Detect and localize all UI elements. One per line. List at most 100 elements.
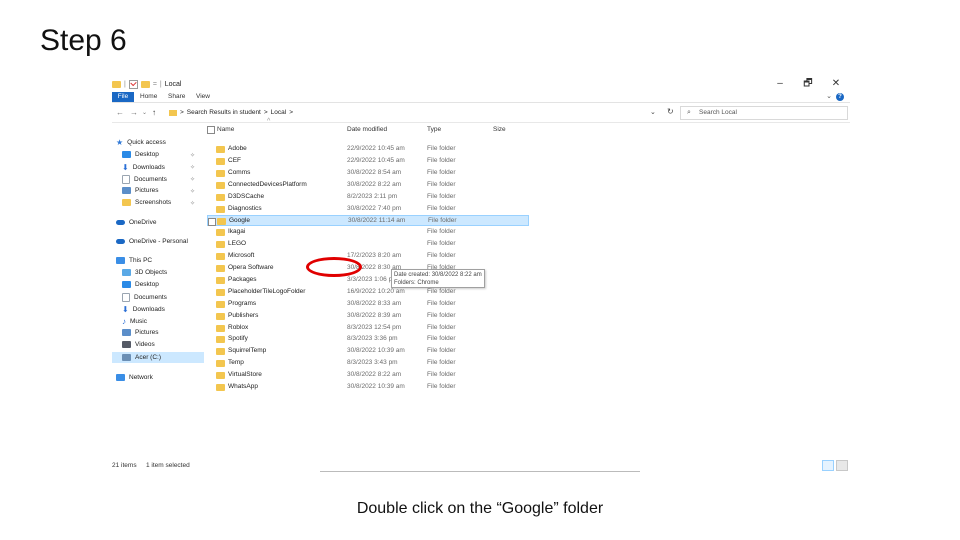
folder-icon <box>216 312 225 320</box>
table-row[interactable]: WhatsApp 30/8/2022 10:39 am File folder <box>207 382 529 393</box>
table-row[interactable]: Programs 30/8/2022 8:33 am File folder <box>207 299 529 310</box>
sidebar-item-pc-pictures[interactable]: Pictures <box>122 329 158 336</box>
maximize-button[interactable]: 🗗 <box>794 78 822 90</box>
table-row[interactable]: Diagnostics 30/8/2022 7:40 pm File folder <box>207 204 529 215</box>
sidebar-item-documents[interactable]: Documents <box>122 175 167 184</box>
sidebar-item-desktop[interactable]: Desktop <box>122 151 159 158</box>
table-row[interactable]: VirtualStore 30/8/2022 8:22 am File folder <box>207 370 529 381</box>
column-header-type[interactable]: Type <box>427 126 441 133</box>
pin-icon[interactable]: ✧ <box>190 164 195 171</box>
close-button[interactable]: ✕ <box>822 78 850 90</box>
tab-view[interactable]: View <box>196 92 210 102</box>
folder-icon <box>216 146 225 153</box>
table-row[interactable]: Temp 8/3/2023 3:43 pm File folder <box>207 358 529 369</box>
new-folder-icon[interactable] <box>140 81 150 88</box>
row-checkbox[interactable] <box>208 218 216 227</box>
table-row[interactable]: Comms 30/8/2022 8:54 am File folder <box>207 168 529 179</box>
table-row[interactable]: Ikagai File folder <box>207 227 529 238</box>
folder-icon <box>216 336 225 344</box>
table-row[interactable]: Microsoft 17/2/2023 8:20 am File folder <box>207 251 529 262</box>
breadcrumb-separator: > <box>180 109 184 116</box>
folder-icon <box>216 265 225 272</box>
table-row[interactable]: SquirrelTemp 30/8/2022 10:39 am File folde… <box>207 346 529 357</box>
customize-toolbar-button[interactable]: = <box>153 81 157 88</box>
column-header-size[interactable]: Size <box>493 126 506 133</box>
search-input[interactable]: ⌕ Search Local <box>680 106 848 120</box>
table-row[interactable]: Adobe 22/9/2022 10:45 am File folder <box>207 144 529 155</box>
column-header-name[interactable]: Name <box>217 126 234 133</box>
slide-title: Step 6 <box>40 24 127 57</box>
tab-share[interactable]: Share <box>168 92 185 102</box>
file-date-modified: 30/8/2022 8:54 am <box>347 168 402 176</box>
sidebar-item-onedrive[interactable]: OneDrive <box>116 219 156 226</box>
pin-icon[interactable]: ✧ <box>190 188 195 195</box>
table-row[interactable]: PlaceholderTileLogoFolder 16/9/2022 10:20… <box>207 287 529 298</box>
sidebar-item-screenshots[interactable]: Screenshots <box>122 199 171 206</box>
folder-icon <box>216 360 225 368</box>
sidebar-item-onedrive-personal[interactable]: OneDrive - Personal <box>116 238 188 245</box>
file-type: File folder <box>427 323 456 331</box>
sidebar-item-label: OneDrive - Personal <box>129 238 188 245</box>
sidebar-item-pc-desktop[interactable]: Desktop <box>122 281 159 288</box>
pin-icon[interactable]: ✧ <box>190 152 195 159</box>
sidebar-item-acer-c[interactable]: Acer (C:) <box>112 352 204 363</box>
sidebar-item-quick-access[interactable]: ★ Quick access <box>116 138 166 147</box>
ribbon-tabs: File Home Share View ⌄ ? <box>112 92 850 103</box>
breadcrumb-local[interactable]: Local <box>271 107 287 118</box>
forward-button[interactable]: → <box>130 108 138 117</box>
sidebar-item-this-pc[interactable]: This PC <box>116 257 152 264</box>
address-dropdown-button[interactable]: ⌄ <box>650 108 656 116</box>
table-row[interactable]: D3DSCache 8/2/2023 2:11 pm File folder <box>207 192 529 203</box>
folder-icon[interactable] <box>112 81 121 88</box>
folder-icon <box>216 276 225 284</box>
address-box[interactable]: > Search Results in student > Local > <box>169 107 654 118</box>
folder-icon <box>169 109 177 116</box>
sidebar-item-label: Acer (C:) <box>135 354 161 361</box>
large-icons-view-button[interactable] <box>836 460 848 471</box>
sidebar-item-3d-objects[interactable]: 3D Objects <box>122 269 167 276</box>
sidebar-item-pc-downloads[interactable]: ⬇ Downloads <box>122 305 165 314</box>
search-placeholder: Search Local <box>699 109 737 116</box>
title-bar: | = | Local – 🗗 ✕ <box>112 78 850 92</box>
sidebar-item-downloads[interactable]: ⬇ Downloads <box>122 163 165 172</box>
table-row[interactable]: LEGO File folder <box>207 239 529 250</box>
table-row[interactable]: CEF 22/9/2022 10:45 am File folder <box>207 156 529 167</box>
table-row[interactable]: Google 30/8/2022 11:14 am File folder <box>207 215 529 227</box>
minimize-button[interactable]: – <box>766 78 794 90</box>
tab-file[interactable]: File <box>112 92 134 102</box>
tooltip-date-created: Date created: 30/8/2022 8:22 am <box>394 272 482 278</box>
table-row[interactable]: ConnectedDevicesPlatform 30/8/2022 8:22 a… <box>207 180 529 191</box>
back-button[interactable]: ← <box>116 108 124 117</box>
breadcrumb-search-results[interactable]: Search Results in student <box>187 107 261 118</box>
tab-home[interactable]: Home <box>140 92 157 102</box>
recent-locations-button[interactable]: ⌄ <box>142 109 147 116</box>
sidebar-item-label: This PC <box>129 257 153 264</box>
sidebar-item-music[interactable]: ♪ Music <box>122 317 147 326</box>
desktop-icon <box>122 281 131 288</box>
table-row[interactable]: Roblox 8/3/2023 12:54 pm File folder <box>207 323 529 334</box>
sidebar-item-pictures[interactable]: Pictures <box>122 187 158 194</box>
details-view-button[interactable] <box>822 460 834 471</box>
file-type: File folder <box>427 311 456 319</box>
pictures-icon <box>122 187 131 194</box>
file-date-modified: 30/8/2022 8:33 am <box>347 299 402 307</box>
sidebar-item-network[interactable]: Network <box>116 374 153 381</box>
refresh-button[interactable]: ↻ <box>667 107 674 116</box>
properties-icon[interactable] <box>128 80 138 89</box>
expand-ribbon-icon[interactable]: ⌄ <box>826 92 832 100</box>
sidebar-item-label: Pictures <box>135 329 159 336</box>
sidebar-item-videos[interactable]: Videos <box>122 341 155 348</box>
table-row[interactable]: Spotify 8/3/2023 3:36 pm File folder <box>207 334 529 345</box>
horizontal-scrollbar[interactable] <box>320 471 640 472</box>
pin-icon[interactable]: ✧ <box>190 176 195 183</box>
help-icon[interactable]: ? <box>836 93 844 101</box>
document-icon <box>122 175 130 184</box>
sidebar-item-pc-documents[interactable]: Documents <box>122 293 167 302</box>
select-all-checkbox[interactable] <box>207 126 215 134</box>
pin-icon[interactable]: ✧ <box>190 200 195 207</box>
file-list: Name ^ Date modified Type Size Adobe 22/9… <box>207 118 847 454</box>
folder-icon <box>216 324 225 332</box>
up-button[interactable]: ↑ <box>152 108 156 117</box>
column-header-date-modified[interactable]: Date modified <box>347 126 387 133</box>
table-row[interactable]: Publishers 30/8/2022 8:39 am File folder <box>207 311 529 322</box>
